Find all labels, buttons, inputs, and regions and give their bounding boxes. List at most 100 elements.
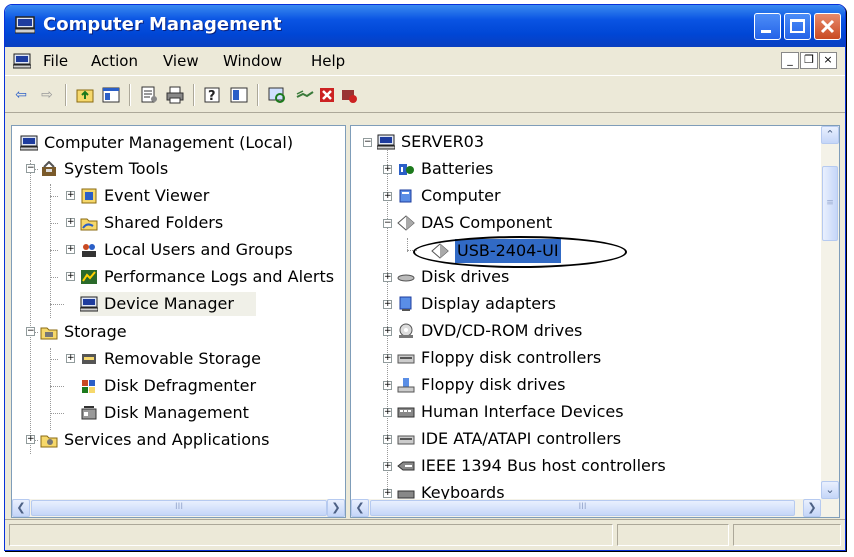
maximize-button[interactable] <box>784 13 811 40</box>
annotation-oval <box>413 236 627 268</box>
expand-toggle[interactable]: + <box>383 489 392 498</box>
expand-toggle[interactable]: + <box>66 354 75 363</box>
computer-icon <box>399 189 412 203</box>
defragmenter-icon <box>82 380 95 393</box>
console-tree-pane[interactable]: Computer Management (Local) − System Too… <box>11 125 346 518</box>
shared-folder-icon <box>80 218 98 231</box>
forward-arrow-icon[interactable]: ⇨ <box>37 85 57 105</box>
expand-toggle[interactable]: + <box>26 435 35 444</box>
svg-text:?: ? <box>208 89 216 104</box>
scrollbar-thumb[interactable]: III <box>370 500 795 516</box>
device-manager-icon <box>80 296 98 312</box>
toolbar-separator <box>129 84 130 106</box>
computer-icon <box>377 134 395 150</box>
tree-item-device-manager[interactable]: Device Manager <box>80 292 256 316</box>
collapse-toggle[interactable]: − <box>383 219 392 228</box>
menu-view[interactable]: View <box>163 52 199 70</box>
ide-controller-icon <box>397 435 415 445</box>
right-vertical-scrollbar[interactable]: ⌃ ≡ ⌄ <box>821 126 839 499</box>
expand-toggle[interactable]: + <box>66 218 75 227</box>
details-pane[interactable]: − SERVER03 + Batteries + Computer − DAS … <box>350 125 840 518</box>
mdi-minimize-icon[interactable]: _ <box>781 52 799 69</box>
back-arrow-icon[interactable]: ⇦ <box>11 85 31 105</box>
scan-hardware-icon[interactable] <box>267 85 287 105</box>
ieee1394-icon <box>397 461 415 471</box>
scroll-right-icon[interactable]: ❯ <box>327 499 345 517</box>
computer-management-window: Computer Management File Action View Win… <box>4 4 846 551</box>
storage-icon <box>40 327 58 340</box>
mdi-close-icon[interactable]: × <box>819 52 837 69</box>
right-horizontal-scrollbar[interactable]: ❮ III ❯ <box>351 499 839 517</box>
hid-icon <box>397 407 415 418</box>
close-icon <box>820 19 835 34</box>
help-icon[interactable]: ? <box>203 85 223 105</box>
expand-toggle[interactable]: + <box>383 165 392 174</box>
removable-storage-icon <box>82 354 96 364</box>
menu-file[interactable]: File <box>43 52 68 70</box>
disk-drive-icon <box>397 274 415 282</box>
mmc-system-menu-icon[interactable] <box>13 53 31 69</box>
dvd-drive-icon <box>399 323 413 338</box>
toolbar-separator <box>257 84 258 106</box>
computer-icon <box>20 135 38 151</box>
status-cell-main <box>9 524 613 546</box>
uninstall-icon[interactable] <box>317 85 337 105</box>
scroll-right-icon[interactable]: ❯ <box>803 499 821 517</box>
disable-icon[interactable] <box>339 85 359 105</box>
collapse-toggle[interactable]: − <box>26 164 35 173</box>
display-adapter-icon <box>399 296 412 311</box>
print-icon[interactable] <box>165 85 185 105</box>
expand-toggle[interactable]: + <box>66 191 75 200</box>
collapse-toggle[interactable]: − <box>26 327 35 336</box>
floppy-controller-icon <box>397 354 415 364</box>
disk-management-icon <box>81 406 97 420</box>
floppy-drive-icon <box>397 378 415 393</box>
status-cell-2 <box>617 524 729 546</box>
title-bar[interactable]: Computer Management <box>5 5 845 47</box>
scrollbar-thumb[interactable]: III <box>31 500 327 516</box>
properties-icon[interactable] <box>139 85 159 105</box>
expand-toggle[interactable]: + <box>383 192 392 201</box>
scroll-left-icon[interactable]: ❮ <box>351 499 369 517</box>
menu-action[interactable]: Action <box>91 52 138 70</box>
minimize-icon <box>761 30 771 33</box>
performance-icon <box>81 270 97 284</box>
computer-management-app-icon <box>15 16 35 34</box>
expand-toggle[interactable]: + <box>383 354 392 363</box>
users-icon <box>82 244 96 257</box>
maximize-icon <box>790 19 805 33</box>
menu-window[interactable]: Window <box>223 52 282 70</box>
expand-toggle[interactable]: + <box>383 435 392 444</box>
expand-toggle[interactable]: + <box>383 408 392 417</box>
expand-toggle[interactable]: + <box>66 245 75 254</box>
expand-toggle[interactable]: + <box>383 300 392 309</box>
minimize-button[interactable] <box>754 13 781 40</box>
menu-help[interactable]: Help <box>311 52 345 70</box>
toolbar-separator <box>193 84 194 106</box>
console-tree-icon[interactable] <box>229 85 249 105</box>
expand-toggle[interactable]: + <box>66 272 75 281</box>
collapse-toggle[interactable]: − <box>363 138 372 147</box>
console-tree: Computer Management (Local) − System Too… <box>12 126 345 499</box>
services-icon <box>40 435 58 448</box>
toolbar-separator <box>65 84 66 106</box>
expand-toggle[interactable]: + <box>383 381 392 390</box>
show-hide-tree-icon[interactable] <box>101 85 121 105</box>
expand-toggle[interactable]: + <box>383 462 392 471</box>
toolbar: ⇦ ⇨ ? <box>5 75 845 113</box>
scroll-left-icon[interactable]: ❮ <box>12 499 30 517</box>
update-driver-icon[interactable] <box>295 85 315 105</box>
scrollbar-thumb[interactable]: ≡ <box>822 166 838 241</box>
status-bar <box>5 519 845 550</box>
expand-toggle[interactable]: + <box>383 327 392 336</box>
scroll-up-icon[interactable]: ⌃ <box>821 126 839 144</box>
left-horizontal-scrollbar[interactable]: ❮ III ❯ <box>12 499 345 517</box>
mdi-restore-icon[interactable]: ❐ <box>800 52 818 69</box>
close-button[interactable] <box>814 13 841 40</box>
status-cell-3 <box>733 524 841 546</box>
das-component-diamond-icon <box>397 215 415 231</box>
up-folder-icon[interactable] <box>75 85 95 105</box>
battery-icon <box>399 164 414 175</box>
expand-toggle[interactable]: + <box>383 273 392 282</box>
scroll-down-icon[interactable]: ⌄ <box>821 481 839 499</box>
